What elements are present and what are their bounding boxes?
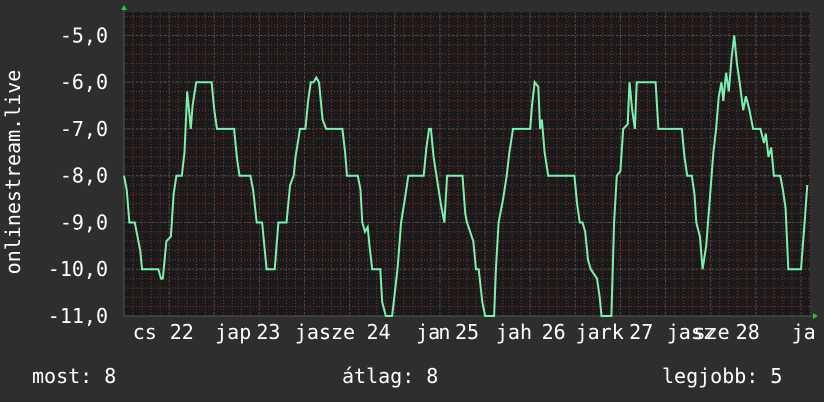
y-tick-label: -7,0 bbox=[60, 117, 108, 141]
x-tick-label: 28 bbox=[736, 320, 760, 344]
x-tick-label: 25 bbox=[455, 320, 479, 344]
x-tick-label: sze bbox=[319, 320, 355, 344]
x-tick-label: n bbox=[438, 320, 450, 344]
y-axis-arrow-icon bbox=[121, 5, 127, 10]
x-tick-label: 26 bbox=[542, 320, 566, 344]
x-tick-label: cs bbox=[133, 320, 157, 344]
stat-best: legjobb: 5 bbox=[662, 364, 783, 388]
x-tick-label: ja bbox=[416, 320, 440, 344]
x-tick-label: 24 bbox=[366, 320, 390, 344]
y-tick-label: -8,0 bbox=[60, 164, 108, 188]
x-tick-label: jap bbox=[215, 320, 251, 344]
stat-average: átlag: 8 bbox=[342, 364, 439, 388]
x-tick-label: sze bbox=[694, 320, 730, 344]
x-tick-label: 23 bbox=[256, 320, 280, 344]
y-tick-labels: -5,0 -6,0 -7,0 -8,0 -9,0 -10,0 -11,0 bbox=[48, 23, 108, 328]
x-tick-label: jark bbox=[576, 320, 624, 344]
stat-current: most: 8 bbox=[32, 364, 117, 388]
y-tick-label: -10,0 bbox=[48, 257, 108, 281]
x-tick-label: ja bbox=[792, 320, 816, 344]
x-axis-arrow-icon bbox=[813, 313, 818, 319]
y-axis-label: onlinestream.live bbox=[1, 70, 25, 275]
x-tick-label: 27 bbox=[629, 320, 653, 344]
y-tick-label: -5,0 bbox=[60, 23, 108, 47]
y-tick-label: -9,0 bbox=[60, 210, 108, 234]
x-tick-label: 22 bbox=[170, 320, 194, 344]
y-tick-label: -6,0 bbox=[60, 70, 108, 94]
chart: -5,0 -6,0 -7,0 -8,0 -9,0 -10,0 -11,0 cs 22 jap 23… bbox=[1, 5, 818, 344]
x-tick-label: jah bbox=[496, 320, 532, 344]
y-tick-label: -11,0 bbox=[48, 304, 108, 328]
x-tick-labels: cs 22 jap 23 jaszsze 24 jan 25 jah 26 jark 27 jaszsz… bbox=[133, 320, 816, 344]
